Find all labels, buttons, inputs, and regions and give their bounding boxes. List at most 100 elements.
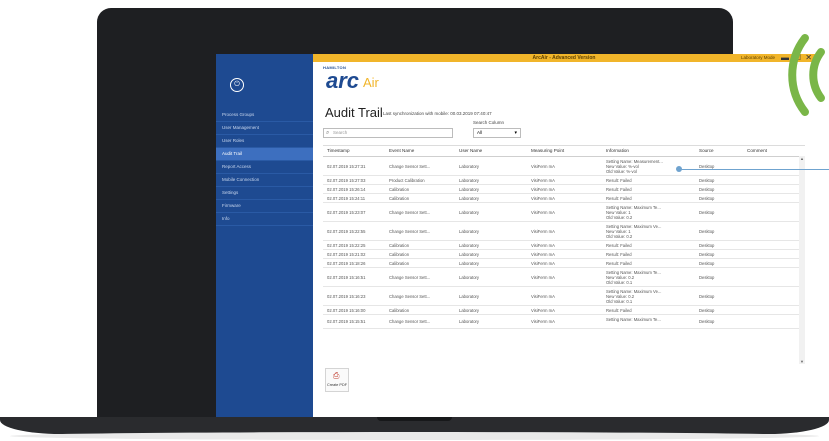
cell-user-name: Laboratory bbox=[459, 307, 480, 313]
cell-timestamp: 02.07.2019 15:16:51 bbox=[327, 274, 366, 280]
scroll-down-icon[interactable]: ▼ bbox=[799, 359, 805, 364]
cell-event-name: Change Sensor Sett... bbox=[389, 319, 431, 324]
callout-dot bbox=[676, 166, 682, 172]
table-row[interactable]: 02.07.2019 15:15:51 Change Sensor Sett...… bbox=[323, 315, 805, 329]
sync-status: Last synchronization with mobile: 00.03.… bbox=[383, 111, 492, 116]
column-header-information[interactable]: Information bbox=[606, 146, 686, 156]
table-row[interactable]: 02.07.2019 15:18:26 Calibration Laboratory… bbox=[323, 259, 805, 268]
search-column-label: Search Column bbox=[473, 120, 505, 125]
cell-source: Desktop bbox=[699, 307, 715, 313]
cell-user-name: Laboratory bbox=[459, 319, 480, 324]
table-row[interactable]: 02.07.2019 15:16:51 Change Sensor Sett...… bbox=[323, 268, 805, 287]
cell-measuring-point: VisiFerm mA bbox=[531, 209, 555, 215]
cell-source: Desktop bbox=[699, 242, 715, 248]
search-input[interactable]: ⌕ Search bbox=[323, 128, 453, 138]
cell-measuring-point: VisiFerm mA bbox=[531, 242, 555, 248]
sidebar-item-settings[interactable]: Settings bbox=[216, 187, 313, 200]
mode-label: Laboratory Mode bbox=[740, 55, 775, 60]
sidebar-item-report-access[interactable]: Report Access bbox=[216, 161, 313, 174]
cell-measuring-point: VisiFerm mA bbox=[531, 293, 555, 299]
table-scrollbar[interactable]: ▲ ▼ bbox=[799, 156, 805, 364]
cell-user-name: Laboratory bbox=[459, 195, 480, 201]
callout-line bbox=[679, 169, 829, 170]
cell-information: Result: Failed bbox=[606, 251, 632, 257]
table-row[interactable]: 02.07.2019 15:22:55 Change Sensor Sett...… bbox=[323, 222, 805, 241]
cell-information: Result: Failed bbox=[606, 177, 632, 183]
cell-event-name: Change Sensor Sett... bbox=[389, 163, 431, 169]
cell-event-name: Calibration bbox=[389, 307, 410, 313]
cell-user-name: Laboratory bbox=[459, 163, 480, 169]
cell-information: Result: Failed bbox=[606, 186, 632, 192]
cell-user-name: Laboratory bbox=[459, 186, 480, 192]
cell-timestamp: 02.07.2019 15:27:03 bbox=[327, 177, 366, 183]
sidebar-item-user-roles[interactable]: User Roles bbox=[216, 135, 313, 148]
sidebar-item-info[interactable]: Info bbox=[216, 213, 313, 226]
cell-information: Result: Failed bbox=[606, 307, 632, 313]
cell-event-name: Change Sensor Sett... bbox=[389, 228, 431, 234]
main-content: HAMILTON arc Air Audit Trail Last synchr… bbox=[313, 62, 815, 418]
search-column-select[interactable]: All ▾ bbox=[473, 128, 521, 138]
wireless-signal-icon bbox=[788, 34, 825, 116]
create-pdf-button[interactable]: ⎙ Create PDF bbox=[325, 368, 349, 392]
table-row[interactable]: 02.07.2019 15:16:23 Change Sensor Sett...… bbox=[323, 287, 805, 306]
sidebar: ⏻ Process Groups User Management User Ro… bbox=[216, 54, 313, 418]
scroll-up-icon[interactable]: ▲ bbox=[799, 156, 805, 161]
laptop-notch bbox=[377, 417, 452, 421]
cell-source: Desktop bbox=[699, 186, 715, 192]
table-row[interactable]: 02.07.2019 15:22:25 Calibration Laboratory… bbox=[323, 241, 805, 250]
cell-measuring-point: VisiFerm mA bbox=[531, 228, 555, 234]
power-icon[interactable]: ⏻ bbox=[230, 78, 244, 92]
cell-timestamp: 02.07.2019 15:24:11 bbox=[327, 195, 366, 201]
table-row[interactable]: 02.07.2019 15:24:11 Calibration Laboratory… bbox=[323, 194, 805, 203]
cell-user-name: Laboratory bbox=[459, 242, 480, 248]
cell-event-name: Change Sensor Sett... bbox=[389, 293, 431, 299]
cell-event-name: Calibration bbox=[389, 195, 410, 201]
cell-event-name: Product Calibration bbox=[389, 177, 425, 183]
audit-table: Timestamp Event Name User Name Measuring… bbox=[323, 145, 805, 364]
table-row[interactable]: 02.07.2019 15:21:02 Calibration Laboratory… bbox=[323, 250, 805, 259]
sidebar-item-mobile-connection[interactable]: Mobile Connection bbox=[216, 174, 313, 187]
cell-source: Desktop bbox=[699, 228, 715, 234]
cell-source: Desktop bbox=[699, 177, 715, 183]
cell-event-name: Change Sensor Sett... bbox=[389, 209, 431, 215]
cell-information: Setting Name: Maximum Te... New Value: 1… bbox=[606, 204, 661, 220]
table-body: 02.07.2019 15:27:31 Change Sensor Sett...… bbox=[323, 157, 805, 329]
column-header-event-name[interactable]: Event Name bbox=[389, 146, 445, 156]
cell-information: Result: Failed bbox=[606, 260, 632, 266]
column-header-user-name[interactable]: User Name bbox=[459, 146, 519, 156]
column-header-measuring-point[interactable]: Measuring Point bbox=[531, 146, 591, 156]
column-header-comment[interactable]: Comment bbox=[747, 146, 787, 156]
table-row[interactable]: 02.07.2019 15:27:31 Change Sensor Sett...… bbox=[323, 157, 805, 176]
sidebar-item-firmware[interactable]: Firmware bbox=[216, 200, 313, 213]
cell-source: Desktop bbox=[699, 319, 715, 324]
cell-timestamp: 02.07.2019 15:21:02 bbox=[327, 251, 366, 257]
cell-timestamp: 02.07.2019 15:23:07 bbox=[327, 209, 366, 215]
cell-event-name: Change Sensor Sett... bbox=[389, 274, 431, 280]
laptop-shadow bbox=[10, 432, 819, 440]
column-header-source[interactable]: Source bbox=[699, 146, 739, 156]
cell-source: Desktop bbox=[699, 163, 715, 169]
cell-timestamp: 02.07.2019 15:18:26 bbox=[327, 260, 366, 266]
cell-source: Desktop bbox=[699, 251, 715, 257]
page-title: Audit Trail bbox=[325, 105, 383, 120]
laptop-lid: ArcAir - Advanced Version Laboratory Mod… bbox=[97, 8, 815, 418]
sidebar-item-process-groups[interactable]: Process Groups bbox=[216, 109, 313, 122]
cell-information: Setting Name: Maximum Ve... New Value: 0… bbox=[606, 288, 662, 304]
sidebar-item-user-management[interactable]: User Management bbox=[216, 122, 313, 135]
title-bar: ArcAir - Advanced Version Laboratory Mod… bbox=[313, 54, 815, 62]
cell-timestamp: 02.07.2019 15:22:55 bbox=[327, 228, 366, 234]
cell-timestamp: 02.07.2019 15:27:31 bbox=[327, 163, 366, 169]
table-row[interactable]: 02.07.2019 15:16:00 Calibration Laboratory… bbox=[323, 306, 805, 315]
table-row[interactable]: 02.07.2019 15:27:03 Product Calibration La… bbox=[323, 176, 805, 185]
chevron-down-icon: ▾ bbox=[514, 130, 517, 136]
table-row[interactable]: 02.07.2019 15:23:07 Change Sensor Sett...… bbox=[323, 203, 805, 222]
cell-information: Result: Failed bbox=[606, 195, 632, 201]
logo-air: Air bbox=[363, 75, 379, 90]
table-row[interactable]: 02.07.2019 15:26:14 Calibration Laboratory… bbox=[323, 185, 805, 194]
cell-source: Desktop bbox=[699, 195, 715, 201]
column-header-timestamp[interactable]: Timestamp bbox=[327, 146, 383, 156]
cell-event-name: Calibration bbox=[389, 260, 410, 266]
cell-user-name: Laboratory bbox=[459, 274, 480, 280]
search-placeholder: Search bbox=[333, 130, 348, 135]
sidebar-item-audit-trail[interactable]: Audit Trail bbox=[216, 148, 313, 161]
